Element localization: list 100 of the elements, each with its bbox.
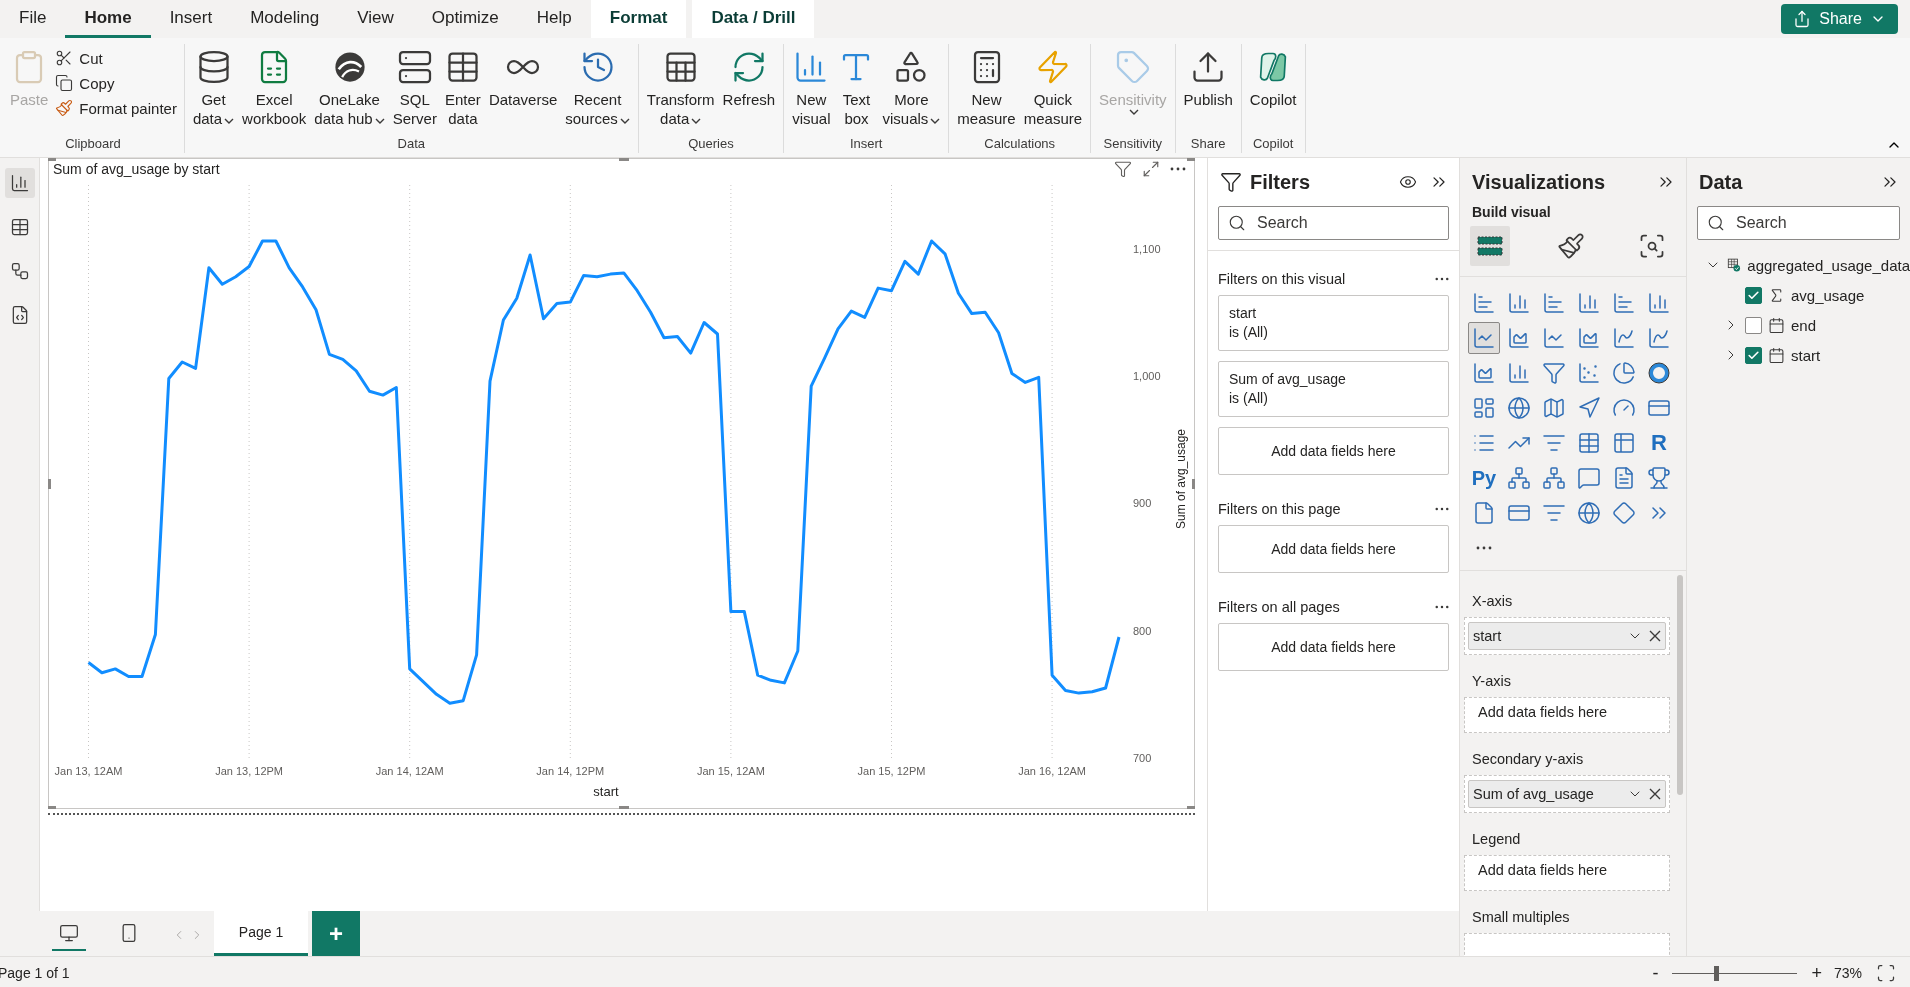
scatter-chart-icon (1577, 361, 1601, 385)
visibility-button[interactable] (1399, 173, 1417, 191)
navigation-arrow-icon (1577, 396, 1601, 420)
transform-button[interactable]: Transform data (643, 44, 718, 128)
line-chart-icon (1472, 326, 1496, 350)
checkbox[interactable] (1745, 286, 1762, 304)
pane-title: Data (1699, 170, 1743, 194)
onelake-button[interactable]: OneLake data hub (311, 44, 388, 128)
filter-card[interactable]: start is (All) (1218, 295, 1449, 351)
copilot-button[interactable]: Copilot (1246, 44, 1300, 109)
menu-tab[interactable]: File (0, 0, 66, 38)
more-icon (1476, 546, 1492, 550)
well-label: Y-axis (1471, 672, 1512, 691)
axis-tick-label: Jan 14, 12AM (375, 765, 444, 777)
pane-title: Visualizations (1472, 170, 1605, 194)
menu-tab[interactable]: Modeling (231, 0, 339, 38)
publish-button[interactable]: Publish (1180, 44, 1236, 109)
visual-type-button[interactable]: Py (1468, 462, 1500, 494)
calendar-icon (1768, 346, 1785, 364)
newvisual-button[interactable]: New visual (789, 44, 834, 128)
share-button[interactable]: Share (1781, 4, 1898, 34)
refresh-button[interactable]: Refresh (719, 44, 779, 109)
checkbox[interactable] (1745, 316, 1762, 334)
search-field[interactable]: Search (1218, 206, 1449, 240)
quick-button[interactable]: Quick measure (1020, 44, 1086, 128)
excel-button[interactable]: Excel workbook (239, 44, 310, 128)
menu-tab[interactable]: Format (590, 0, 687, 38)
column-chart-icon (1507, 361, 1531, 385)
filter-card[interactable]: Sum of avg_usage is (All) (1218, 361, 1449, 417)
measure-button[interactable]: New measure (954, 44, 1019, 128)
resize-handle[interactable] (619, 158, 629, 161)
group-label: Sensitivity (1102, 136, 1164, 153)
field-name[interactable]: avg_usage (1791, 286, 1865, 304)
resize-handle[interactable] (48, 479, 51, 489)
checkbox[interactable] (1745, 346, 1762, 364)
more-options-button[interactable] (1170, 167, 1186, 171)
menu-tab[interactable]: Data / Drill (692, 0, 815, 38)
mode-tab[interactable] (1470, 226, 1510, 266)
field-well[interactable]: Add data fields here (1464, 697, 1670, 733)
bar-chart-icon (1542, 291, 1566, 315)
menu-tab[interactable]: View (338, 0, 413, 38)
axis-tick-label: 700 (1133, 752, 1152, 764)
tag-icon (1114, 49, 1151, 85)
scrollbar[interactable] (1677, 575, 1683, 795)
visual-type-button[interactable]: R (1643, 427, 1675, 459)
menu-tab[interactable]: Insert (150, 0, 232, 38)
drop-zone[interactable]: Add data fields here (1218, 427, 1449, 475)
filter-button[interactable] (1114, 160, 1132, 178)
page-tab[interactable]: Page 1 (214, 911, 308, 956)
copy-button[interactable]: Copy (53, 71, 179, 95)
axis-tick-label: Jan 13, 12PM (215, 765, 284, 777)
resize-handle[interactable] (1192, 479, 1195, 489)
resize-handle[interactable] (1187, 158, 1195, 161)
drop-zone[interactable]: Add data fields here (1218, 623, 1449, 671)
more-icon (1435, 277, 1449, 281)
slider-thumb[interactable] (1714, 965, 1720, 981)
textbox-button[interactable]: Text box (835, 44, 878, 128)
field-name[interactable]: start (1791, 346, 1821, 364)
painter-button[interactable]: Format painter (53, 96, 179, 120)
more-options-button[interactable] (1435, 277, 1449, 281)
field-name[interactable]: aggregated_usage_data (1747, 256, 1910, 274)
sql-button[interactable]: SQL Server (389, 44, 440, 128)
view-button[interactable] (4, 168, 35, 198)
axis-tick-label: Jan 13, 12AM (54, 765, 123, 777)
morevisuals-button[interactable]: More visuals (879, 44, 944, 128)
globe-icon (1577, 501, 1601, 525)
funnel-icon (1542, 361, 1566, 385)
resize-handle[interactable] (48, 806, 56, 809)
resize-handle[interactable] (48, 158, 56, 161)
menu-tab[interactable]: Optimize (412, 0, 518, 38)
drop-zone[interactable]: Add data fields here (1218, 525, 1449, 573)
cut-button[interactable]: Cut (53, 46, 179, 70)
zoom-in-button[interactable]: + (1809, 962, 1824, 984)
more-options-button[interactable] (1435, 507, 1449, 511)
close-icon[interactable] (1649, 630, 1661, 642)
resize-handle[interactable] (619, 806, 629, 809)
fit-page-button[interactable] (1876, 963, 1896, 983)
add-page-button[interactable]: + (312, 911, 360, 956)
area-chart-icon (1507, 326, 1531, 350)
dataverse-button[interactable]: Dataverse (485, 44, 561, 109)
spline-chart-icon (1647, 326, 1671, 350)
field-name[interactable]: end (1791, 316, 1817, 334)
search-field[interactable]: Search (1697, 206, 1900, 240)
well-label: X-axis (1471, 592, 1514, 611)
menu-tab[interactable]: Help (517, 0, 591, 38)
field-well[interactable]: Add data fields here (1464, 855, 1670, 891)
close-icon[interactable] (1649, 788, 1661, 800)
enter-button[interactable]: Enter data (441, 44, 484, 128)
getdata-button[interactable]: Get data (189, 44, 238, 128)
line-chart-visual[interactable]: Sum of avg_usage by start Jan 13, 12AM Jan 13, 12PM Jan 14, 12AM Jan 14, 12PM Jan 15, 12AM Jan 15, 12PM Jan 16, 12AM 700 800 900 1,000 1,100 start Sum of avg_usage (48, 158, 1195, 809)
zoom-out-button[interactable]: - (1650, 962, 1661, 984)
bar-chart-icon (9, 173, 30, 193)
focus-mode-button[interactable] (1142, 160, 1160, 178)
recent-button[interactable]: Recent sources (562, 44, 633, 128)
resize-handle[interactable] (1187, 806, 1195, 809)
page-count: Page 1 of 1 (0, 965, 70, 981)
pane-title: Filters (1250, 170, 1311, 194)
trophy-icon (1647, 466, 1671, 490)
group-label: Share (1189, 136, 1227, 153)
more-options-button[interactable] (1435, 605, 1449, 609)
